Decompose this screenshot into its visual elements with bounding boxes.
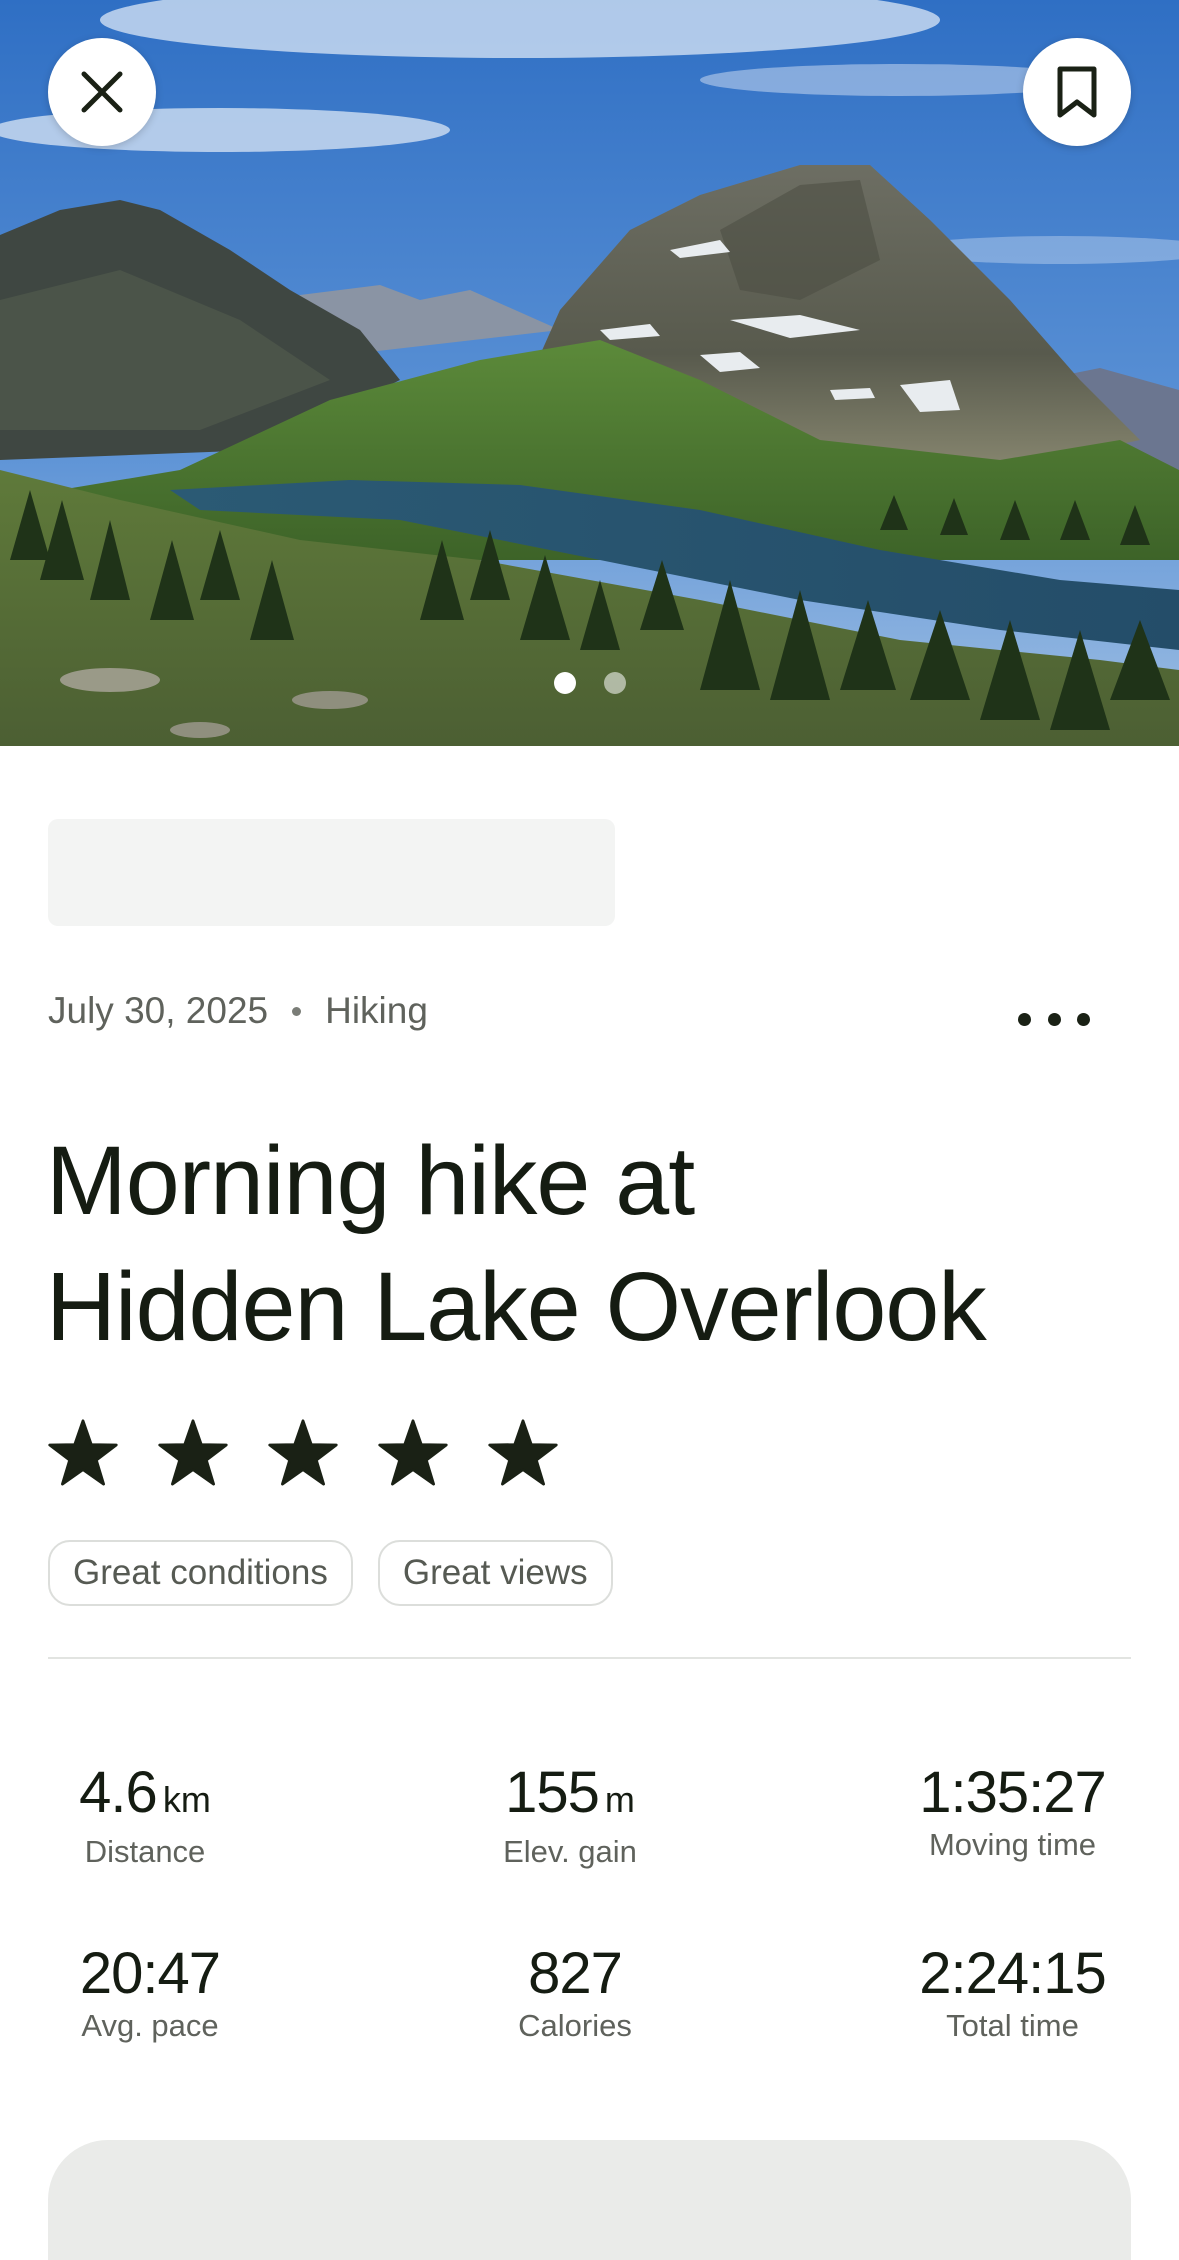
stat-total-time-label: Total time — [946, 2008, 1079, 2043]
stat-moving-time-value: 1:35:27 — [919, 1760, 1107, 1825]
activity-title-line1: Morning hike at — [46, 1126, 695, 1235]
bookmark-icon — [1057, 66, 1097, 118]
stat-avg-pace: 20:47 Avg. pace — [60, 1941, 240, 2045]
stat-distance-label: Distance — [84, 1834, 206, 1869]
stat-calories: 827 Calories — [505, 1941, 645, 2045]
stat-total-time: 2:24:15 Total time — [910, 1941, 1115, 2045]
stat-moving-time-label: Moving time — [928, 1827, 1097, 1862]
stat-elev-gain-value: 155 — [505, 1760, 600, 1825]
activity-meta: July 30, 2025 Hiking — [48, 990, 428, 1032]
star-icon[interactable] — [378, 1418, 448, 1488]
condition-tag: Great views — [377, 1540, 613, 1606]
activity-photo-carousel[interactable] — [0, 0, 1179, 746]
bottom-card[interactable] — [48, 2140, 1131, 2260]
carousel-pagination — [0, 672, 1179, 694]
activity-title: Morning hike at Hidden Lake Overlook — [46, 1118, 1146, 1370]
carousel-dot-active[interactable] — [553, 672, 576, 694]
stat-avg-pace-value: 20:47 — [79, 1941, 221, 2006]
activity-title-line2: Hidden Lake Overlook — [46, 1252, 987, 1361]
stat-distance: 4.6 km Distance — [60, 1760, 230, 1871]
condition-tag: Great conditions — [48, 1540, 353, 1606]
stat-calories-value: 827 — [528, 1941, 623, 2006]
star-icon[interactable] — [158, 1418, 228, 1488]
separator-dot — [292, 1006, 302, 1016]
more-options-button[interactable] — [1018, 1001, 1090, 1037]
star-icon[interactable] — [48, 1418, 118, 1488]
save-button[interactable] — [1023, 38, 1131, 146]
carousel-dot[interactable] — [603, 672, 626, 694]
more-horizontal-icon — [1018, 1012, 1031, 1026]
star-icon[interactable] — [488, 1418, 558, 1488]
condition-tags: Great conditions Great views — [48, 1540, 613, 1606]
star-icon[interactable] — [268, 1418, 338, 1488]
mountain-lake-photo — [0, 0, 1179, 746]
stat-elev-gain: 155 m Elev. gain — [490, 1760, 650, 1871]
stat-distance-unit: km — [162, 1779, 211, 1820]
close-icon — [81, 71, 123, 113]
stat-elev-gain-label: Elev. gain — [503, 1834, 637, 1869]
loading-placeholder — [48, 819, 615, 926]
stat-elev-gain-unit: m — [604, 1779, 635, 1820]
stat-calories-label: Calories — [518, 2008, 632, 2043]
star-rating — [48, 1418, 558, 1488]
stat-distance-value: 4.6 — [79, 1760, 158, 1825]
close-button[interactable] — [48, 38, 156, 146]
activity-sport: Hiking — [325, 990, 428, 1031]
stat-avg-pace-label: Avg. pace — [81, 2008, 219, 2043]
stat-total-time-value: 2:24:15 — [919, 1941, 1107, 2006]
divider — [48, 1657, 1131, 1659]
stat-moving-time: 1:35:27 Moving time — [910, 1760, 1115, 1864]
activity-date: July 30, 2025 — [48, 990, 269, 1031]
